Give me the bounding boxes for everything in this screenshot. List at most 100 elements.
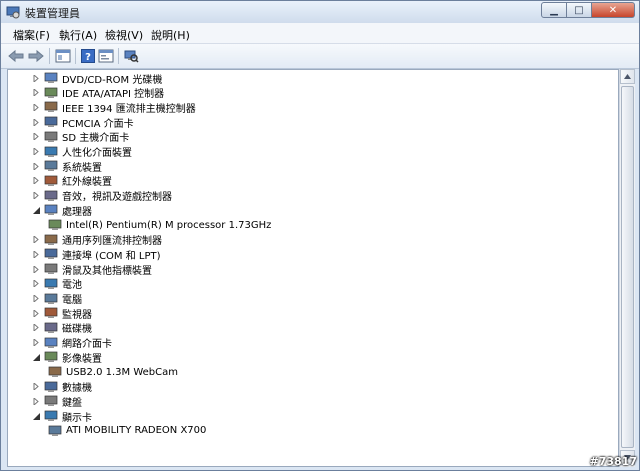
collapsed-triangle-icon[interactable] [32,250,40,258]
toolbar-separator [75,48,76,64]
menu-view[interactable]: 檢視(V) [105,27,143,43]
collapsed-triangle-icon[interactable] [32,265,40,273]
collapsed-triangle-icon[interactable] [32,162,40,170]
device-category-row[interactable]: 顯示卡 [32,409,92,424]
device-row[interactable]: USB2.0 1.3M WebCam [48,365,178,379]
properties-button[interactable] [97,47,115,65]
device-category-row[interactable]: 網路介面卡 [32,336,112,350]
device-label: 連接埠 (COM 和 LPT) [62,250,161,262]
show-hide-console-button[interactable] [54,47,72,65]
collapsed-triangle-icon[interactable] [32,103,40,111]
device-row[interactable]: ATI MOBILITY RADEON X700 [48,424,206,438]
vertical-scrollbar[interactable] [619,69,635,467]
device-category-row[interactable]: 監視器 [32,306,92,321]
forward-arrow-icon [28,49,44,63]
device-label: 電池 [62,280,82,292]
device-category-row[interactable]: 通用序列匯流排控制器 [32,233,162,247]
device-label: 鍵盤 [62,397,82,409]
device-category-row[interactable]: 電腦 [32,292,82,306]
device-label: USB2.0 1.3M WebCam [66,366,178,378]
expanded-triangle-icon[interactable] [32,353,40,361]
collapsed-triangle-icon[interactable] [32,74,40,82]
collapsed-triangle-icon[interactable] [32,89,40,97]
properties-icon [98,49,114,63]
forward-button[interactable] [27,47,45,65]
collapsed-triangle-icon[interactable] [32,383,40,391]
device-category-row[interactable]: 紅外線裝置 [32,174,112,188]
device-category-row[interactable]: PCMCIA 介面卡 [32,115,134,130]
device-category-row[interactable]: 系統裝置 [32,159,102,174]
scroll-up-button[interactable] [620,69,635,84]
collapsed-triangle-icon[interactable] [32,339,40,347]
device-category-row[interactable]: 滑鼠及其他指標裝置 [32,262,152,277]
device-row[interactable]: Intel(R) Pentium(R) M processor 1.73GHz [48,218,271,232]
device-category-row[interactable]: 磁碟機 [32,321,92,335]
expanded-triangle-icon[interactable] [32,412,40,420]
device-label: 網路介面卡 [62,339,112,351]
dvd-drive-icon [44,72,58,84]
menu-file[interactable]: 檔案(F) [13,27,50,43]
collapsed-triangle-icon[interactable] [32,118,40,126]
chevron-up-icon [624,74,631,79]
device-category-row[interactable]: 處理器 [32,203,92,218]
device-label: SD 主機介面卡 [62,133,130,145]
device-category-row[interactable]: 影像裝置 [32,350,102,365]
modem-icon [44,381,58,393]
device-category-row[interactable]: IDE ATA/ATAPI 控制器 [32,86,164,100]
pcmcia-icon [44,116,58,128]
collapsed-triangle-icon[interactable] [32,280,40,288]
minimize-button[interactable]: ▁ [541,2,567,18]
watermark-text: #73817 [589,455,638,468]
cpu-chip-icon [48,219,62,231]
device-category-row[interactable]: 人性化介面裝置 [32,145,132,159]
back-button[interactable] [7,47,25,65]
device-label: ATI MOBILITY RADEON X700 [66,425,207,437]
collapsed-triangle-icon[interactable] [32,133,40,141]
device-category-row[interactable]: 連接埠 (COM 和 LPT) [32,247,161,262]
collapsed-triangle-icon[interactable] [32,397,40,405]
caption-buttons: ▁ □ ✕ [541,2,635,20]
collapsed-triangle-icon[interactable] [32,148,40,156]
scan-hardware-icon [124,50,139,63]
device-category-row[interactable]: 鍵盤 [32,394,82,409]
device-category-row[interactable]: 音效，視訊及遊戲控制器 [32,189,172,203]
device-label: 磁碟機 [62,324,92,336]
scroll-thumb[interactable] [621,86,634,448]
collapsed-triangle-icon[interactable] [32,177,40,185]
device-category-row[interactable]: 電池 [32,277,82,291]
collapsed-triangle-icon[interactable] [32,192,40,200]
collapsed-triangle-icon[interactable] [32,309,40,317]
device-category-row[interactable]: DVD/CD-ROM 光碟機 [32,71,162,86]
menu-help[interactable]: 說明(H) [151,27,190,43]
close-button[interactable]: ✕ [592,2,635,18]
maximize-icon: □ [574,4,584,16]
expanded-triangle-icon[interactable] [32,206,40,214]
imaging-icon [44,351,58,363]
collapsed-triangle-icon[interactable] [32,324,40,332]
disk-drive-icon [44,322,58,334]
title-bar[interactable]: 裝置管理員 ▁ □ ✕ [1,1,639,23]
device-label: 通用序列匯流排控制器 [62,236,162,248]
menu-action[interactable]: 執行(A) [59,27,97,43]
processor-icon [44,204,58,216]
collapsed-triangle-icon[interactable] [32,236,40,244]
ide-controller-icon [44,87,58,99]
toolbar-separator [49,48,50,64]
console-tree-icon [55,49,71,63]
scan-hardware-button[interactable] [122,47,140,65]
device-label: 滑鼠及其他指標裝置 [62,265,152,277]
device-category-row[interactable]: SD 主機介面卡 [32,130,129,144]
collapsed-triangle-icon[interactable] [32,295,40,303]
maximize-button[interactable]: □ [567,2,592,18]
device-label: Intel(R) Pentium(R) M processor 1.73GHz [66,219,272,231]
device-category-row[interactable]: 數據機 [32,380,92,394]
help-button[interactable]: ? [79,47,97,65]
computer-icon [44,293,58,305]
device-category-row[interactable]: IEEE 1394 匯流排主機控制器 [32,100,196,115]
device-label: 顯示卡 [62,412,92,424]
device-tree[interactable]: DVD/CD-ROM 光碟機 IDE ATA/ATAPI 控制器 IEEE 1394… [7,69,619,467]
device-label: 數據機 [62,383,92,395]
keyboard-icon [44,395,58,407]
sound-icon [44,190,58,202]
system-device-icon [44,160,58,172]
